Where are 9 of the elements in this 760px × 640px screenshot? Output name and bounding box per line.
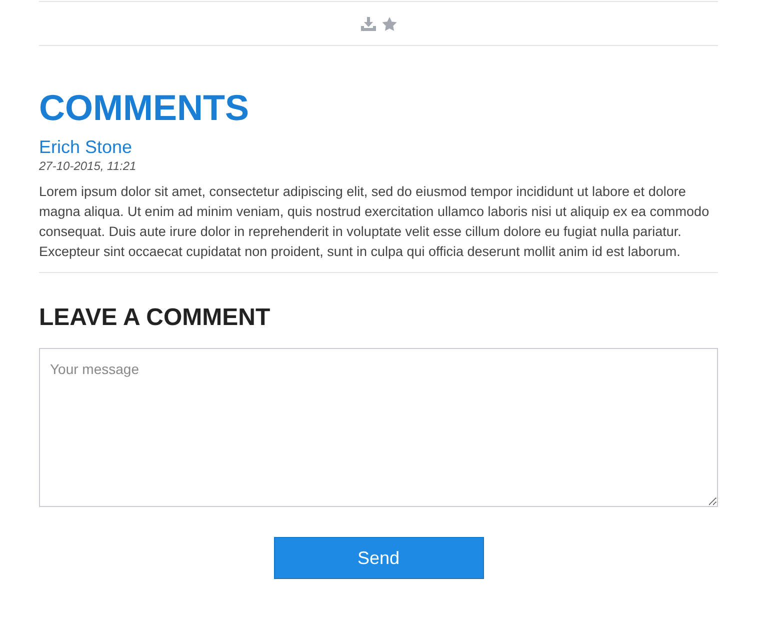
comment-date: 27-10-2015, 11:21: [39, 158, 138, 174]
comment-text: Lorem ipsum dolor sit amet, consectetur adipiscing elit, sed do eiusmod tempor incididunt ut labore et dolore magna aliqua. Ut enim ad minim veniam, quis nostrud exercitation ullamco laboris nisi ut aliquip ex ea commodo consequat. Duis aute irure dolor in reprehenderit in voluptate velit esse cillum dolore eu fugiat nulla pariatur. Excepteur sint occaecat cupidatat non proident, sunt in culpa qui officia deserunt mollit anim id est laborum.: [39, 183, 710, 261]
message-field[interactable]: Your message: [39, 348, 718, 507]
download-icon[interactable]: [360, 16, 376, 30]
comment-author[interactable]: Erich Stone: [39, 136, 718, 158]
leave-comment-heading: LEAVE A COMMENT: [39, 303, 272, 333]
star-icon[interactable]: [382, 16, 396, 30]
send-button[interactable]: Send: [274, 537, 484, 579]
comments-heading: COMMENTS: [39, 88, 250, 128]
